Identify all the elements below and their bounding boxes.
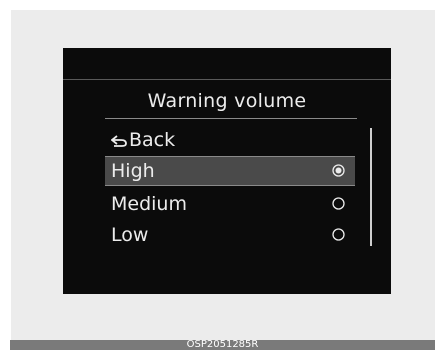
option-label: Low xyxy=(111,224,149,246)
option-low[interactable]: Low xyxy=(105,220,355,250)
option-label: Medium xyxy=(111,193,187,215)
back-arrow-icon xyxy=(111,135,127,147)
option-medium[interactable]: Medium xyxy=(105,189,355,219)
option-label: High xyxy=(111,160,155,182)
back-button[interactable]: Back xyxy=(105,125,355,155)
radio-unselected-icon xyxy=(332,228,345,241)
option-high[interactable]: High xyxy=(105,156,355,186)
radio-unselected-icon xyxy=(332,197,345,210)
figure-code: OSP2051285R xyxy=(186,339,259,350)
radio-selected-icon xyxy=(332,164,345,177)
cluster-display: Warning volume Back High Medium Low xyxy=(63,48,391,294)
top-divider xyxy=(63,79,391,80)
caption-bar: OSP2051285R xyxy=(10,340,435,350)
title-underline xyxy=(105,118,357,119)
scrollbar[interactable] xyxy=(370,128,372,246)
menu-title: Warning volume xyxy=(147,90,307,112)
back-label: Back xyxy=(129,129,176,151)
